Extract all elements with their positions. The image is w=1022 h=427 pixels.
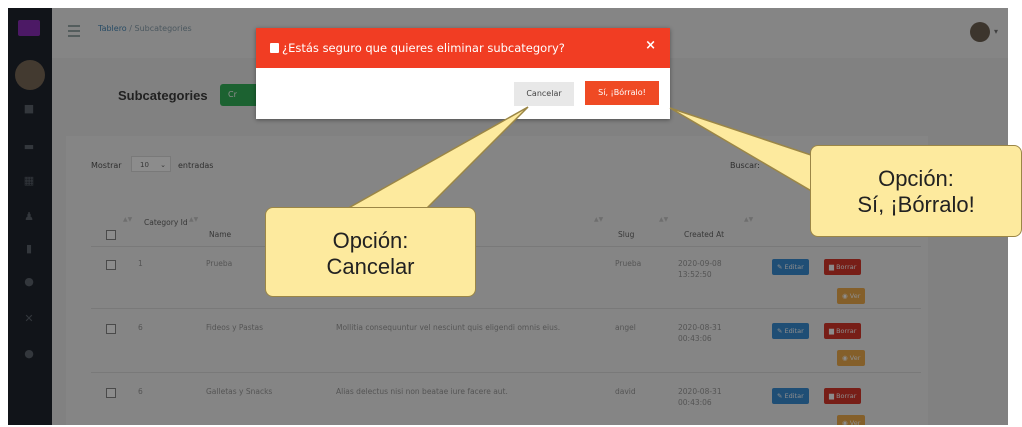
confirm-callout-pointer bbox=[669, 107, 827, 198]
confirm-callout-line2: Sí, ¡Bórralo! bbox=[857, 192, 975, 217]
cancel-callout: Opción: Cancelar bbox=[265, 207, 476, 297]
cancel-callout-pointer bbox=[333, 106, 529, 216]
cancel-callout-line1: Opción: bbox=[332, 228, 409, 253]
confirm-callout: Opción: Sí, ¡Bórralo! bbox=[810, 145, 1022, 237]
cancel-callout-line2: Cancelar bbox=[326, 254, 415, 279]
confirm-callout-line1: Opción: bbox=[878, 166, 954, 191]
